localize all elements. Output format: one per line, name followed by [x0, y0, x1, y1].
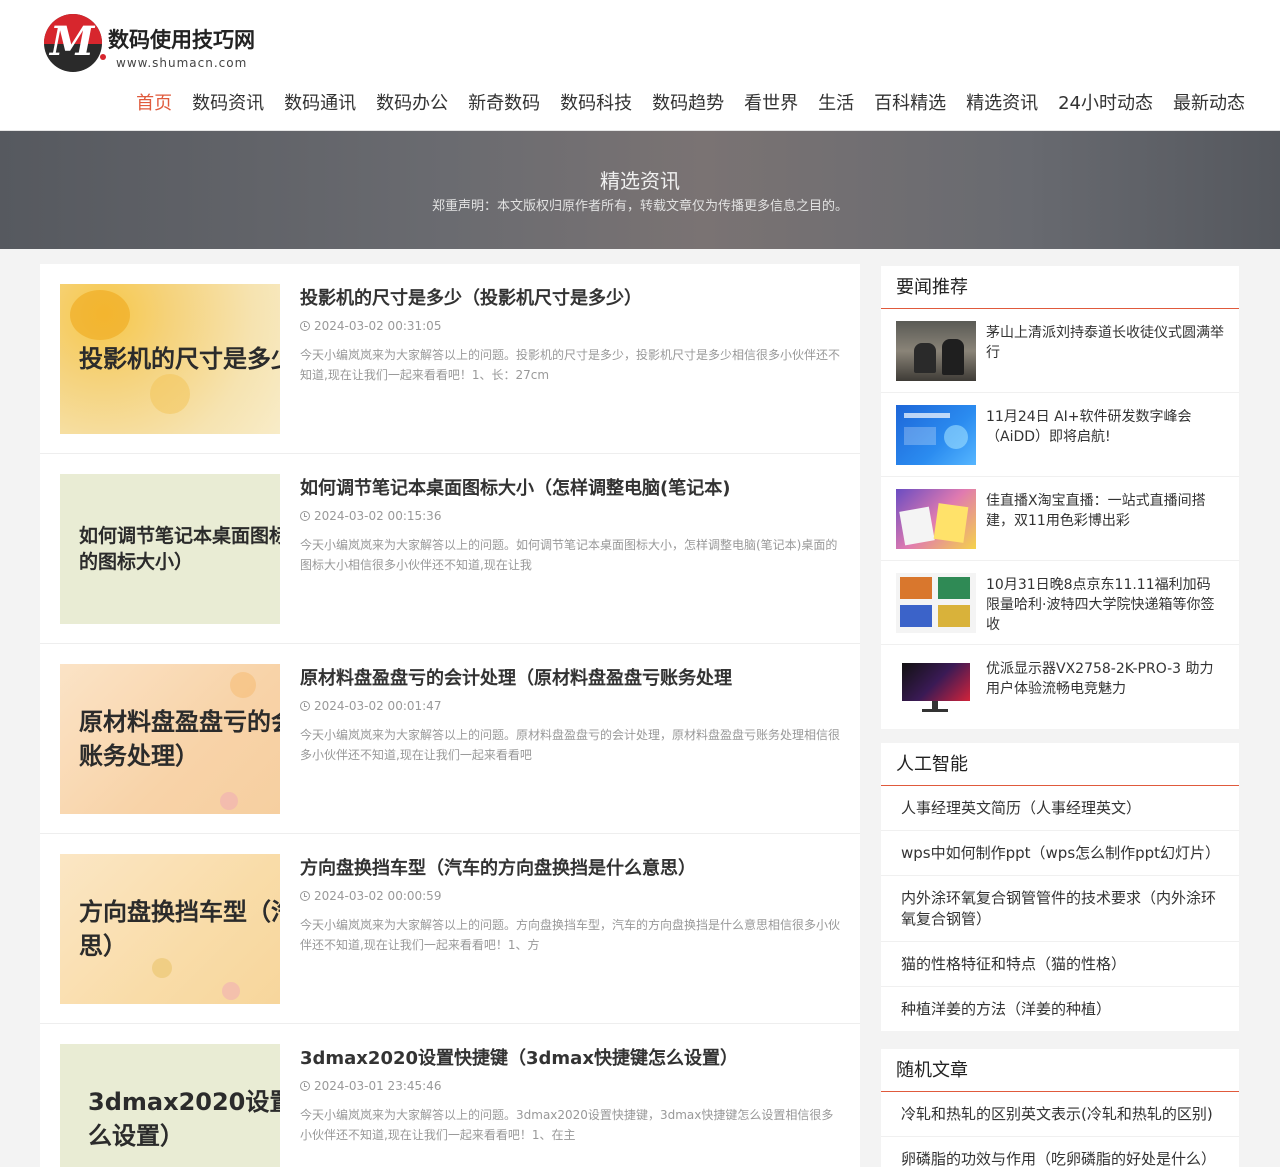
sidebar-link[interactable]: 种植洋姜的方法（洋姜的种植）: [881, 987, 1239, 1031]
nav-item-home[interactable]: 首页: [136, 91, 172, 117]
article-item: 投影机的尺寸是多少 投影机的尺寸是多少（投影机尺寸是多少） 2024-03-02…: [40, 264, 860, 454]
thumbnail-caption: 3dmax2020设置快 么设置）: [88, 1088, 280, 1150]
article-list: 投影机的尺寸是多少 投影机的尺寸是多少（投影机尺寸是多少） 2024-03-02…: [40, 264, 860, 1167]
clock-icon: [300, 1081, 310, 1091]
article-summary: 今天小编岚岚来为大家解答以上的问题。方向盘换挡车型，汽车的方向盘换挡是什么意思相…: [300, 918, 841, 952]
article-summary: 今天小编岚岚来为大家解答以上的问题。3dmax2020设置快捷键，3dmax快捷…: [300, 1108, 834, 1142]
news-thumbnail: [896, 405, 976, 465]
nav-item-latest[interactable]: 最新动态: [1173, 91, 1245, 117]
nav-item-digital-trends[interactable]: 数码趋势: [652, 91, 724, 117]
thumbnail-caption: 投影机的尺寸是多少: [79, 345, 280, 373]
nav-item-encyclopedia[interactable]: 百科精选: [874, 91, 946, 117]
sidebar-link[interactable]: 猫的性格特征和特点（猫的性格）: [881, 942, 1239, 987]
sidebar-news-box: 要闻推荐 茅山上清派刘持泰道长收徒仪式圆满举行 11月24日 AI+软件研发数字…: [881, 266, 1239, 729]
article-summary: 今天小编岚岚来为大家解答以上的问题。投影机的尺寸是多少，投影机尺寸是多少相信很多…: [300, 348, 841, 382]
news-title: 10月31日晚8点京东11.11福利加码 限量哈利·波特四大学院快递箱等你签收: [986, 577, 1215, 633]
article-date: 2024-03-02 00:00:59: [300, 889, 441, 903]
site-logo[interactable]: M 数码使用技巧网 www.shumacn.com: [44, 14, 274, 74]
logo-mark: M: [44, 14, 102, 72]
thumbnail-caption: 原材料盘盈盘亏的会 账务处理）: [79, 708, 280, 770]
sidebar-link[interactable]: 冷轧和热轧的区别英文表示(冷轧和热轧的区别): [881, 1092, 1239, 1137]
main-nav: 首页 数码资讯 数码通讯 数码办公 新奇数码 数码科技 数码趋势 看世界 生活 …: [136, 91, 1245, 117]
news-title: 优派显示器VX2758-2K-PRO-3 助力用户体验流畅电竞魅力: [986, 661, 1214, 697]
article-date: 2024-03-02 00:01:47: [300, 699, 441, 713]
article-item: 方向盘换挡车型（汽 思） 方向盘换挡车型（汽车的方向盘换挡是什么意思） 2024…: [40, 834, 860, 1024]
article-thumbnail[interactable]: 如何调节笔记本桌面图标 的图标大小）: [60, 474, 280, 624]
article-item: 原材料盘盈盘亏的会 账务处理） 原材料盘盈盘亏的会计处理（原材料盘盈盘亏账务处理…: [40, 644, 860, 834]
article-date: 2024-03-02 00:31:05: [300, 319, 441, 333]
article-item: 如何调节笔记本桌面图标 的图标大小） 如何调节笔记本桌面图标大小（怎样调整电脑(…: [40, 454, 860, 644]
sidebar-link[interactable]: 卵磷脂的功效与作用（吃卵磷脂的好处是什么）: [881, 1137, 1239, 1167]
sidebar-ai-box: 人工智能 人事经理英文简历（人事经理英文） wps中如何制作ppt（wps怎么制…: [881, 743, 1239, 1031]
sidebar-news-heading: 要闻推荐: [881, 266, 1239, 309]
nav-item-selected-news[interactable]: 精选资讯: [966, 91, 1038, 117]
sidebar-random-heading: 随机文章: [881, 1049, 1239, 1092]
thumbnail-caption: 方向盘换挡车型（汽 思）: [79, 898, 280, 960]
news-thumbnail: [896, 573, 976, 633]
sidebar-ai-heading: 人工智能: [881, 743, 1239, 786]
nav-item-digital-office[interactable]: 数码办公: [376, 91, 448, 117]
nav-item-world[interactable]: 看世界: [744, 91, 798, 117]
news-item[interactable]: 优派显示器VX2758-2K-PRO-3 助力用户体验流畅电竞魅力: [881, 645, 1239, 729]
article-title[interactable]: 3dmax2020设置快捷键（3dmax快捷键怎么设置）: [300, 1044, 738, 1070]
article-title[interactable]: 如何调节笔记本桌面图标大小（怎样调整电脑(笔记本): [300, 474, 730, 500]
site-name: 数码使用技巧网: [108, 28, 255, 52]
article-title[interactable]: 投影机的尺寸是多少（投影机尺寸是多少）: [300, 284, 642, 310]
news-thumbnail: [896, 657, 976, 717]
category-banner: 精选资讯 郑重声明：本文版权归原作者所有，转载文章仅为传播更多信息之目的。: [0, 131, 1280, 249]
article-thumbnail[interactable]: 3dmax2020设置快 么设置）: [60, 1044, 280, 1167]
sidebar-random-box: 随机文章 冷轧和热轧的区别英文表示(冷轧和热轧的区别) 卵磷脂的功效与作用（吃卵…: [881, 1049, 1239, 1167]
news-item[interactable]: 茅山上清派刘持泰道长收徒仪式圆满举行: [881, 309, 1239, 393]
nav-item-novel-digital[interactable]: 新奇数码: [468, 91, 540, 117]
nav-item-digital-comm[interactable]: 数码通讯: [284, 91, 356, 117]
article-summary: 今天小编岚岚来为大家解答以上的问题。如何调节笔记本桌面图标大小，怎样调整电脑(笔…: [300, 538, 838, 572]
sidebar-link[interactable]: wps中如何制作ppt（wps怎么制作ppt幻灯片）: [881, 831, 1239, 876]
article-summary: 今天小编岚岚来为大家解答以上的问题。原材料盘盈盘亏的会计处理，原材料盘盈盘亏账务…: [300, 728, 841, 762]
site-header: M 数码使用技巧网 www.shumacn.com 首页 数码资讯 数码通讯 数…: [0, 0, 1280, 131]
nav-item-digital-tech[interactable]: 数码科技: [560, 91, 632, 117]
news-title: 11月24日 AI+软件研发数字峰会（AiDD）即将启航!: [986, 409, 1192, 445]
news-thumbnail: [896, 321, 976, 381]
article-title[interactable]: 方向盘换挡车型（汽车的方向盘换挡是什么意思）: [300, 854, 696, 880]
clock-icon: [300, 701, 310, 711]
banner-disclaimer: 郑重声明：本文版权归原作者所有，转载文章仅为传播更多信息之目的。: [431, 199, 848, 214]
article-thumbnail[interactable]: 原材料盘盈盘亏的会 账务处理）: [60, 664, 280, 814]
article-date: 2024-03-01 23:45:46: [300, 1079, 441, 1093]
clock-icon: [300, 891, 310, 901]
article-title[interactable]: 原材料盘盈盘亏的会计处理（原材料盘盈盘亏账务处理: [300, 664, 732, 690]
article-item: 3dmax2020设置快 么设置） 3dmax2020设置快捷键（3dmax快捷…: [40, 1024, 860, 1167]
sidebar-link[interactable]: 内外涂环氧复合钢管管件的技术要求（内外涂环氧复合钢管）: [881, 876, 1239, 942]
news-item[interactable]: 佳直播X淘宝直播：一站式直播间搭建，双11用色彩博出彩: [881, 477, 1239, 561]
news-item[interactable]: 10月31日晚8点京东11.11福利加码 限量哈利·波特四大学院快递箱等你签收: [881, 561, 1239, 645]
logo-dot: [100, 54, 106, 60]
site-url: www.shumacn.com: [116, 56, 248, 70]
nav-item-24h[interactable]: 24小时动态: [1058, 91, 1153, 117]
nav-item-digital-news[interactable]: 数码资讯: [192, 91, 264, 117]
banner-title: 精选资讯: [600, 169, 680, 193]
thumbnail-caption: 如何调节笔记本桌面图标 的图标大小）: [79, 525, 280, 573]
article-thumbnail[interactable]: 方向盘换挡车型（汽 思）: [60, 854, 280, 1004]
news-title: 茅山上清派刘持泰道长收徒仪式圆满举行: [986, 325, 1224, 361]
sidebar-link[interactable]: 人事经理英文简历（人事经理英文）: [881, 786, 1239, 831]
article-date: 2024-03-02 00:15:36: [300, 509, 441, 523]
news-thumbnail: [896, 489, 976, 549]
news-title: 佳直播X淘宝直播：一站式直播间搭建，双11用色彩博出彩: [986, 493, 1206, 529]
clock-icon: [300, 321, 310, 331]
clock-icon: [300, 511, 310, 521]
article-thumbnail[interactable]: 投影机的尺寸是多少: [60, 284, 280, 434]
nav-item-life[interactable]: 生活: [818, 91, 854, 117]
news-item[interactable]: 11月24日 AI+软件研发数字峰会（AiDD）即将启航!: [881, 393, 1239, 477]
